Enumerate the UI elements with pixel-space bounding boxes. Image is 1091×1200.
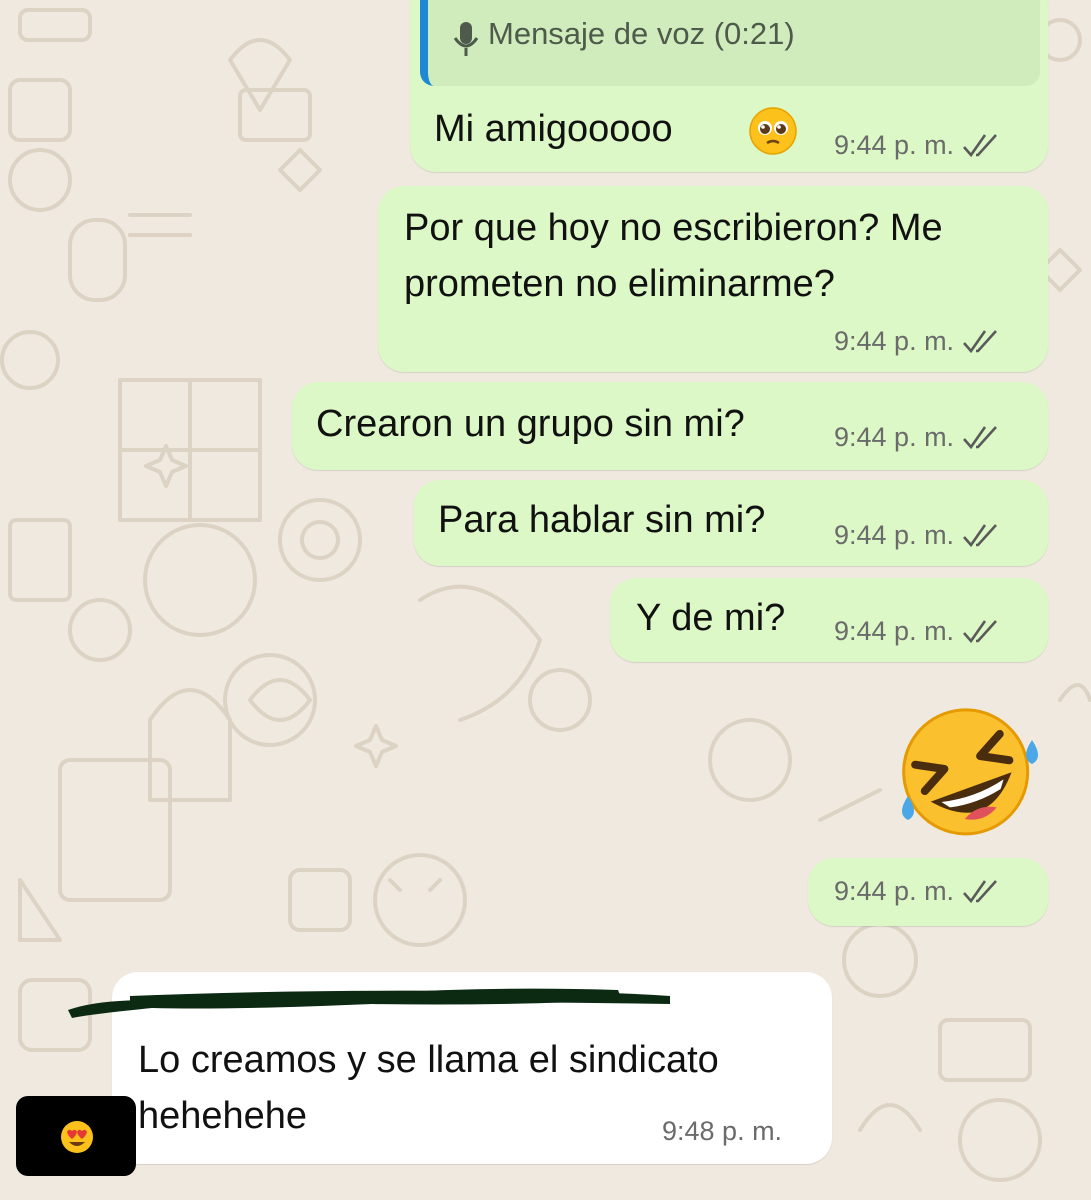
rolling-on-floor-laughing-emoji[interactable] — [890, 700, 1045, 840]
heart-eyes-emoji — [61, 1121, 93, 1153]
message-text-line2: hehehehe — [138, 1095, 308, 1137]
pleading-face-emoji — [749, 107, 797, 155]
double-check-icon — [963, 523, 998, 547]
message-time: 9:44 p. m. — [834, 326, 955, 356]
message-text-line1: Lo creamos y se llama el sindicato — [138, 1039, 719, 1081]
double-check-icon — [963, 425, 998, 449]
message-time: 9:44 p. m. — [834, 876, 955, 906]
message-text: Para hablar sin mi? — [438, 499, 766, 541]
message-time: 9:48 p. m. — [662, 1116, 783, 1146]
message-time: 9:44 p. m. — [834, 422, 955, 452]
quoted-message-text: Mensaje de voz (0:21) — [488, 16, 795, 51]
message-meta: 9:48 p. m. — [662, 1116, 782, 1147]
double-check-icon — [963, 133, 998, 157]
double-check-icon — [963, 879, 998, 903]
message-time: 9:44 p. m. — [834, 616, 955, 646]
message-text: Crearon un grupo sin mi? — [316, 403, 745, 445]
message-time: 9:44 p. m. — [834, 520, 955, 550]
message-meta: 9:44 p. m. — [834, 422, 1000, 453]
microphone-icon — [453, 22, 479, 56]
double-check-icon — [963, 619, 998, 643]
double-check-icon — [963, 329, 998, 353]
message-meta: 9:44 p. m. — [834, 876, 1000, 907]
message-text-line1: Por que hoy no escribieron? Me — [404, 207, 943, 249]
message-text: Mi amigooooo — [434, 108, 673, 150]
reaction-badge[interactable] — [16, 1096, 136, 1176]
message-time: 9:44 p. m. — [834, 130, 955, 160]
quoted-voice-message[interactable]: Mensaje de voz (0:21) — [420, 0, 1040, 86]
message-meta: 9:44 p. m. — [834, 326, 1000, 357]
message-meta: 9:44 p. m. — [834, 616, 1000, 647]
message-meta: 9:44 p. m. — [834, 520, 1000, 551]
redacted-sender-name — [68, 988, 670, 1018]
message-text-line2: prometen no eliminarme? — [404, 263, 835, 305]
message-meta: 9:44 p. m. — [834, 130, 1000, 161]
message-text: Y de mi? — [636, 597, 786, 639]
